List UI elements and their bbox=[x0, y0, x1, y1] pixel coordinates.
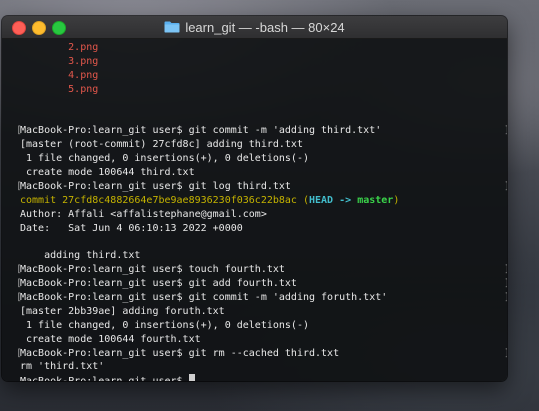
terminal-line: [] MacBook-Pro:learn_git user$ git add fo… bbox=[16, 277, 507, 291]
mark-bracket-left: [ bbox=[16, 264, 23, 276]
terminal-line: Date: Sat Jun 4 06:10:13 2022 +0000 bbox=[20, 222, 507, 236]
output-line: adding third.txt bbox=[20, 250, 141, 262]
terminal-line: [master (root-commit) 27cfd8c] adding th… bbox=[20, 138, 507, 152]
output-line: 1 file changed, 0 insertions(+), 0 delet… bbox=[20, 153, 309, 165]
terminal-line: 5.png bbox=[20, 83, 507, 97]
output-line: rm 'third.txt' bbox=[20, 361, 105, 373]
mark-bracket-left: [ bbox=[16, 180, 23, 192]
mark-bracket-left: [ bbox=[16, 125, 23, 137]
text-cursor[interactable] bbox=[188, 374, 195, 381]
command-line: MacBook-Pro:learn_git user$ git add four… bbox=[20, 278, 297, 290]
output-line: Author: Affali <affalistephane@gmail.com… bbox=[20, 208, 267, 220]
command-line: MacBook-Pro:learn_git user$ git rm --cac… bbox=[20, 347, 340, 359]
output-line: create mode 100644 third.txt bbox=[20, 167, 195, 179]
output-line: [master (root-commit) 27cfd8c] adding th… bbox=[20, 139, 303, 151]
commit-hash: commit 27cfd8c4882664e7be9ae8936230f036c… bbox=[20, 194, 297, 206]
mark-bracket-left: [ bbox=[16, 278, 23, 290]
mark-bracket-right: ] bbox=[504, 124, 507, 138]
mark-bracket-right: ] bbox=[504, 180, 507, 194]
untracked-file-name: 2.png bbox=[20, 42, 99, 53]
output-line: [master 2bb39ae] adding foruth.txt bbox=[20, 305, 225, 317]
mark-bracket-left: [ bbox=[16, 292, 23, 304]
terminal-line: adding third.txt bbox=[20, 249, 507, 263]
title-bar[interactable]: learn_git — -bash — 80×24 bbox=[2, 16, 507, 39]
terminal-line: 3.png bbox=[20, 55, 507, 69]
command-line: MacBook-Pro:learn_git user$ git log thir… bbox=[20, 180, 291, 192]
untracked-file-name: 5.png bbox=[20, 83, 99, 95]
shell-prompt: MacBook-Pro:learn_git user$ bbox=[20, 376, 189, 381]
terminal-line: [] MacBook-Pro:learn_git user$ git rm --c… bbox=[16, 347, 507, 361]
terminal-output[interactable]: 2.png 3.png 4.png 5.png [] MacBook-Pro:lea… bbox=[2, 39, 507, 381]
terminal-line: [] MacBook-Pro:learn_git user$ git commit… bbox=[16, 291, 507, 305]
mark-bracket-right: ] bbox=[504, 347, 507, 361]
branch-ref: master bbox=[357, 194, 394, 206]
terminal-line: 1 file changed, 0 insertions(+), 0 delet… bbox=[20, 152, 507, 166]
mark-bracket-left: [ bbox=[16, 347, 23, 359]
terminal-line: commit 27cfd8c4882664e7be9ae8936230f036c… bbox=[20, 194, 400, 206]
terminal-line: [master 2bb39ae] adding foruth.txt bbox=[20, 305, 507, 319]
untracked-file-name: 4.png bbox=[20, 69, 99, 81]
command-line: MacBook-Pro:learn_git user$ git commit -… bbox=[20, 292, 388, 304]
terminal-line: MacBook-Pro:learn_git user$ bbox=[20, 374, 507, 381]
folder-icon bbox=[164, 21, 180, 33]
untracked-file-name: 3.png bbox=[20, 55, 99, 67]
output-line: 1 file changed, 0 insertions(+), 0 delet… bbox=[20, 319, 309, 331]
window-title-container: learn_git — -bash — 80×24 bbox=[2, 16, 507, 38]
mark-bracket-right: ] bbox=[504, 263, 507, 277]
output-line: Date: Sat Jun 4 06:10:13 2022 +0000 bbox=[20, 222, 243, 234]
terminal-line: rm 'third.txt' bbox=[20, 360, 507, 374]
terminal-line: 1 file changed, 0 insertions(+), 0 delet… bbox=[20, 319, 507, 333]
command-line: MacBook-Pro:learn_git user$ touch fourth… bbox=[20, 264, 285, 276]
terminal-line: create mode 100644 fourth.txt bbox=[20, 333, 507, 347]
output-line: create mode 100644 fourth.txt bbox=[20, 333, 201, 345]
window-title: learn_git — -bash — 80×24 bbox=[185, 19, 345, 35]
terminal-line: 2.png bbox=[20, 41, 507, 55]
terminal-line: [] MacBook-Pro:learn_git user$ git commit… bbox=[16, 124, 507, 138]
terminal-line: Author: Affali <affalistephane@gmail.com… bbox=[20, 208, 507, 222]
terminal-window[interactable]: learn_git — -bash — 80×24 2.png 3.png 4.… bbox=[2, 16, 507, 381]
head-ref: HEAD bbox=[309, 194, 334, 206]
terminal-line: create mode 100644 third.txt bbox=[20, 166, 507, 180]
terminal-line: 4.png bbox=[20, 69, 507, 83]
mark-bracket-right: ] bbox=[504, 291, 507, 305]
terminal-line: [] MacBook-Pro:learn_git user$ git log th… bbox=[16, 180, 507, 194]
command-line: MacBook-Pro:learn_git user$ git commit -… bbox=[20, 125, 382, 137]
ref-arrow: -> bbox=[333, 194, 358, 206]
terminal-line: [] MacBook-Pro:learn_git user$ touch four… bbox=[16, 263, 507, 277]
mark-bracket-right: ] bbox=[504, 277, 507, 291]
